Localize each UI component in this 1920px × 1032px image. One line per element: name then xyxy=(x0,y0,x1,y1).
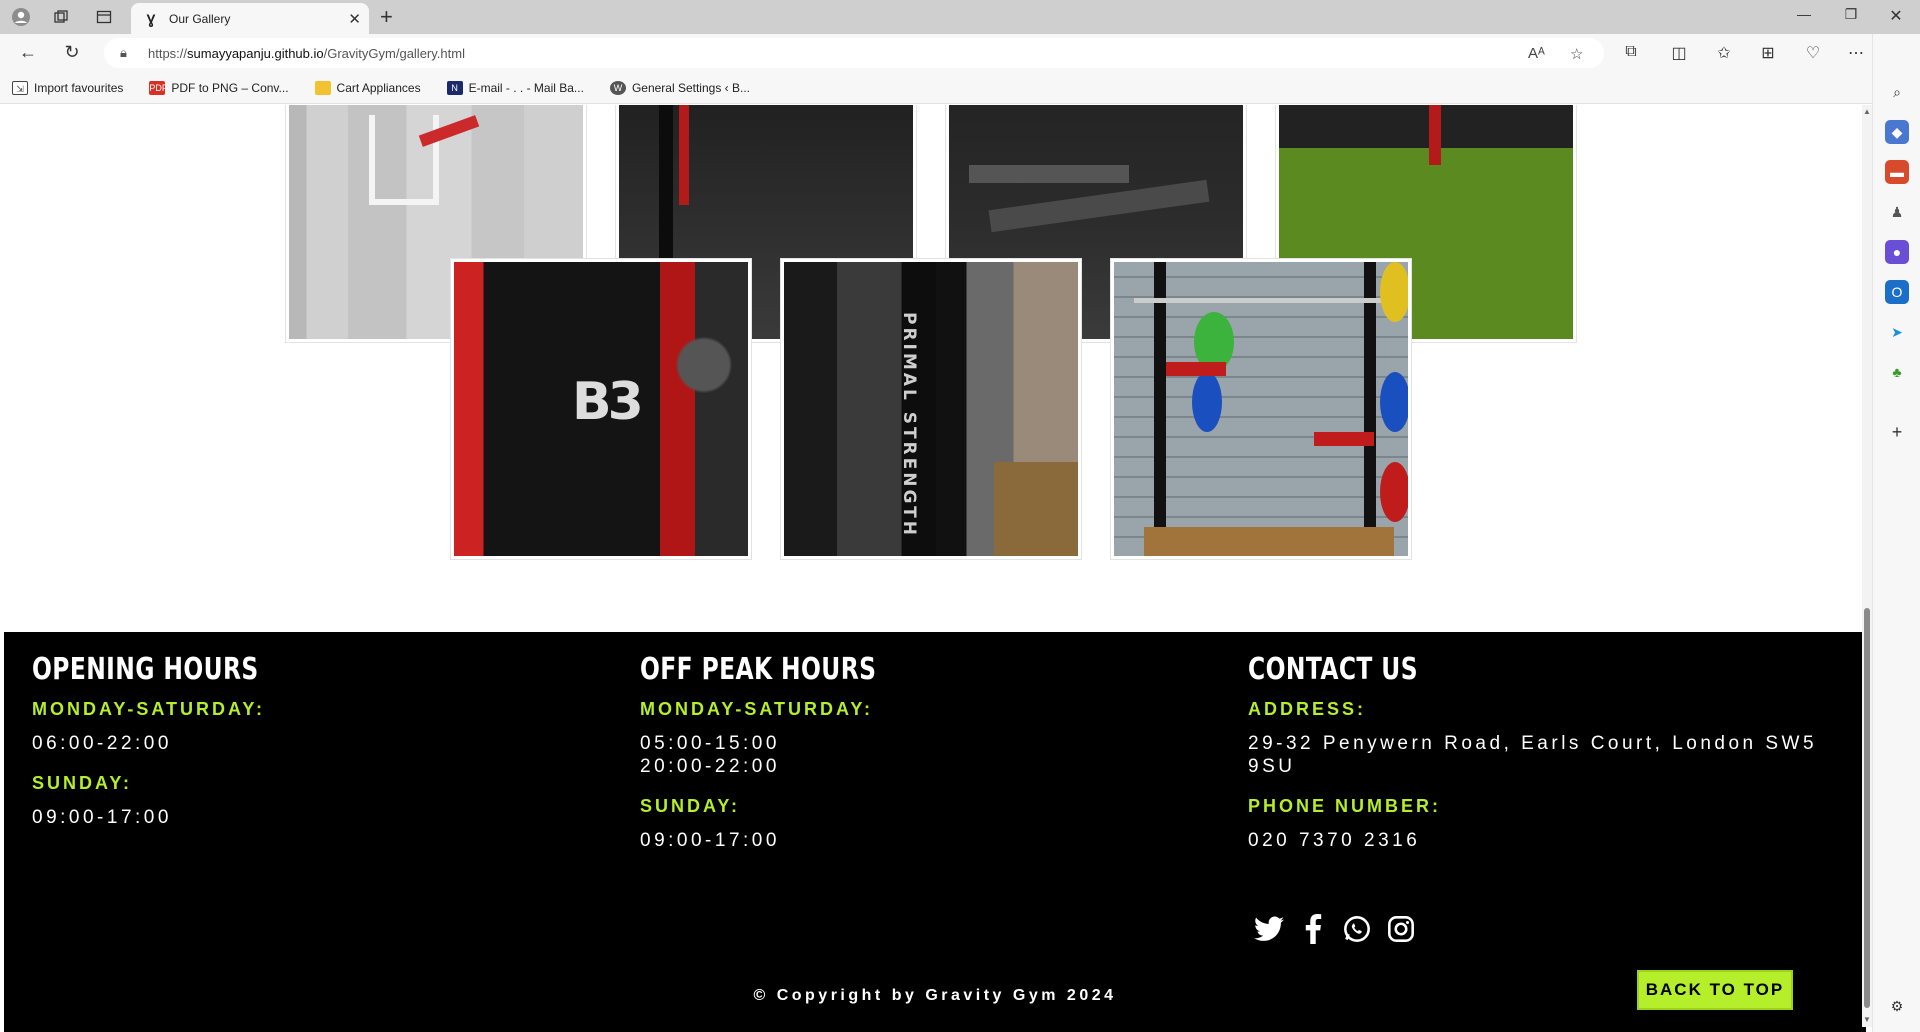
new-tab-icon[interactable]: + xyxy=(380,4,393,30)
gallery-image[interactable] xyxy=(1110,258,1412,560)
page-scrollbar[interactable]: ▲ ▼ xyxy=(1862,105,1872,1027)
vertical-tabs-icon[interactable] xyxy=(91,5,117,29)
page-content: B3 PRIMAL STRENGTH OPENING HOURS MONDAY-… xyxy=(4,105,1866,1032)
bookmark-label: Cart Appliances xyxy=(336,80,421,95)
address-line-1: 29-32 Penywern Road, Earls Court, London… xyxy=(1248,733,1818,754)
tab-title: Our Gallery xyxy=(169,11,231,26)
add-sidebar-icon[interactable]: + xyxy=(1885,420,1909,444)
social-links xyxy=(1254,914,1416,944)
lock-icon: 🔒︎ xyxy=(120,45,127,60)
gallery-photo: B3 xyxy=(454,262,748,556)
dumbbell-favicon-icon: Ɣ xyxy=(146,10,156,27)
whatsapp-icon[interactable] xyxy=(1342,914,1372,944)
instagram-icon[interactable] xyxy=(1386,914,1416,944)
scroll-up-arrow-icon[interactable]: ▲ xyxy=(1863,107,1871,116)
address-label: ADDRESS: xyxy=(1248,699,1367,719)
shopping-tag-icon[interactable]: ◆ xyxy=(1885,120,1909,144)
weekday-label: MONDAY-SATURDAY: xyxy=(32,699,266,719)
collections-icon[interactable]: ⊞ xyxy=(1757,43,1779,63)
contact-section: CONTACT US ADDRESS: 29-32 Penywern Road,… xyxy=(1248,652,1848,852)
sunday-label: SUNDAY: xyxy=(640,796,741,816)
folder-icon xyxy=(314,80,331,95)
bookmark-label: E-mail - . . - Mail Ba... xyxy=(468,80,584,95)
opening-hours-heading: OPENING HOURS xyxy=(32,652,259,687)
games-icon[interactable]: ♟ xyxy=(1885,200,1909,224)
back-to-top-button[interactable]: BACK TO TOP xyxy=(1637,970,1793,1010)
phone-number: 020 7370 2316 xyxy=(1248,830,1421,851)
back-arrow-icon[interactable]: ← xyxy=(16,42,40,63)
url-field[interactable]: 🔒︎ https://sumayyapanju.github.io/Gravit… xyxy=(104,38,1604,68)
sunday-hours: 09:00-17:00 xyxy=(640,830,780,851)
gallery-image[interactable]: B3 xyxy=(450,258,752,560)
minimize-icon[interactable]: — xyxy=(1784,6,1824,22)
split-screen-icon[interactable]: ◫ xyxy=(1668,43,1690,63)
bookmark-label: PDF to PNG – Conv... xyxy=(171,80,289,95)
send-icon[interactable]: ➤ xyxy=(1885,320,1909,344)
sunday-label: SUNDAY: xyxy=(32,773,133,793)
gallery-photo: PRIMAL STRENGTH xyxy=(784,262,1078,556)
gallery-photo xyxy=(1114,262,1408,556)
favorite-star-icon[interactable]: ☆ xyxy=(1570,45,1583,63)
workspaces-icon[interactable] xyxy=(48,5,74,29)
extensions-icon[interactable]: ⧉ xyxy=(1620,43,1642,61)
twitter-icon[interactable] xyxy=(1254,914,1284,944)
browser-tab-bar: Ɣ Our Gallery ✕ + — ❐ ✕ xyxy=(0,0,1920,34)
weekday-label: MONDAY-SATURDAY: xyxy=(640,699,874,719)
off-peak-hours-section: OFF PEAK HOURS MONDAY-SATURDAY: 05:00-15… xyxy=(640,652,943,852)
settings-gear-icon[interactable]: ⚙ xyxy=(1885,994,1909,1018)
bookmarks-bar: ⇲ Import favourites PDF PDF to PNG – Con… xyxy=(0,72,1920,104)
browser-essentials-icon[interactable]: ♡ xyxy=(1802,43,1824,63)
weekday-hours: 06:00-22:00 xyxy=(32,733,172,754)
address-line-2: 9SU xyxy=(1248,756,1296,777)
url-scheme: https:// xyxy=(148,45,188,61)
bookmark-general-settings[interactable]: W General Settings ‹ B... xyxy=(609,80,750,95)
primal-strength-text: PRIMAL STRENGTH xyxy=(899,312,919,538)
close-tab-icon[interactable]: ✕ xyxy=(348,10,361,28)
gallery-image[interactable]: PRIMAL STRENGTH xyxy=(780,258,1082,560)
close-window-icon[interactable]: ✕ xyxy=(1876,6,1916,26)
bookmark-pdf-to-png[interactable]: PDF PDF to PNG – Conv... xyxy=(149,80,289,95)
tree-icon[interactable]: ♣ xyxy=(1885,360,1909,384)
more-menu-icon[interactable]: ⋯ xyxy=(1845,43,1867,63)
bookmark-email[interactable]: N E-mail - . . - Mail Ba... xyxy=(446,80,584,95)
search-icon[interactable]: ⌕ xyxy=(1885,80,1909,104)
edge-sidebar: ⌕ ◆ ▬ ♟ ● O ➤ ♣ + ⚙ xyxy=(1872,34,1920,1032)
site-footer: OPENING HOURS MONDAY-SATURDAY: 06:00-22:… xyxy=(4,632,1866,1032)
contact-heading: CONTACT US xyxy=(1248,652,1418,687)
weekday-hours-2: 20:00-22:00 xyxy=(640,756,780,777)
facebook-icon[interactable] xyxy=(1298,914,1328,944)
url-path: /GravityGym/gallery.html xyxy=(323,45,465,61)
wordpress-icon: W xyxy=(609,80,626,95)
import-icon: ⇲ xyxy=(12,80,28,95)
address-bar-row: ← ↻ 🔒︎ https://sumayyapanju.github.io/Gr… xyxy=(0,34,1920,72)
opening-hours-section: OPENING HOURS MONDAY-SATURDAY: 06:00-22:… xyxy=(32,652,323,829)
weekday-hours-1: 05:00-15:00 xyxy=(640,733,780,754)
url-host: sumayyapanju.github.io xyxy=(187,45,324,61)
favorites-icon[interactable]: ✩ xyxy=(1713,43,1735,63)
outlook-icon[interactable]: O xyxy=(1885,280,1909,304)
profile-icon[interactable] xyxy=(8,5,34,29)
active-tab[interactable]: Ɣ Our Gallery ✕ xyxy=(131,3,369,34)
bookmark-label: General Settings ‹ B... xyxy=(631,80,750,95)
read-aloud-icon[interactable]: Aᴬ xyxy=(1528,45,1545,62)
bookmark-import-favourites[interactable]: ⇲ Import favourites xyxy=(12,80,124,95)
off-peak-heading: OFF PEAK HOURS xyxy=(640,652,877,687)
pdf-icon: PDF xyxy=(149,80,168,95)
scrollbar-thumb[interactable] xyxy=(1864,608,1870,1008)
phone-label: PHONE NUMBER: xyxy=(1248,796,1442,816)
copyright-text: © Copyright by Gravity Gym 2024 xyxy=(753,987,1117,1004)
refresh-icon[interactable]: ↻ xyxy=(60,42,84,63)
mail-icon: N xyxy=(446,80,463,95)
bookmark-label: Import favourites xyxy=(34,80,124,95)
microsoft365-icon[interactable]: ● xyxy=(1885,240,1909,264)
sunday-hours: 09:00-17:00 xyxy=(32,807,172,828)
restore-icon[interactable]: ❐ xyxy=(1831,6,1871,23)
b3-logo-text: B3 xyxy=(572,372,644,432)
bookmark-cart-appliances[interactable]: Cart Appliances xyxy=(314,80,421,95)
tools-icon[interactable]: ▬ xyxy=(1885,160,1909,184)
scroll-down-arrow-icon[interactable]: ▼ xyxy=(1863,1015,1871,1024)
